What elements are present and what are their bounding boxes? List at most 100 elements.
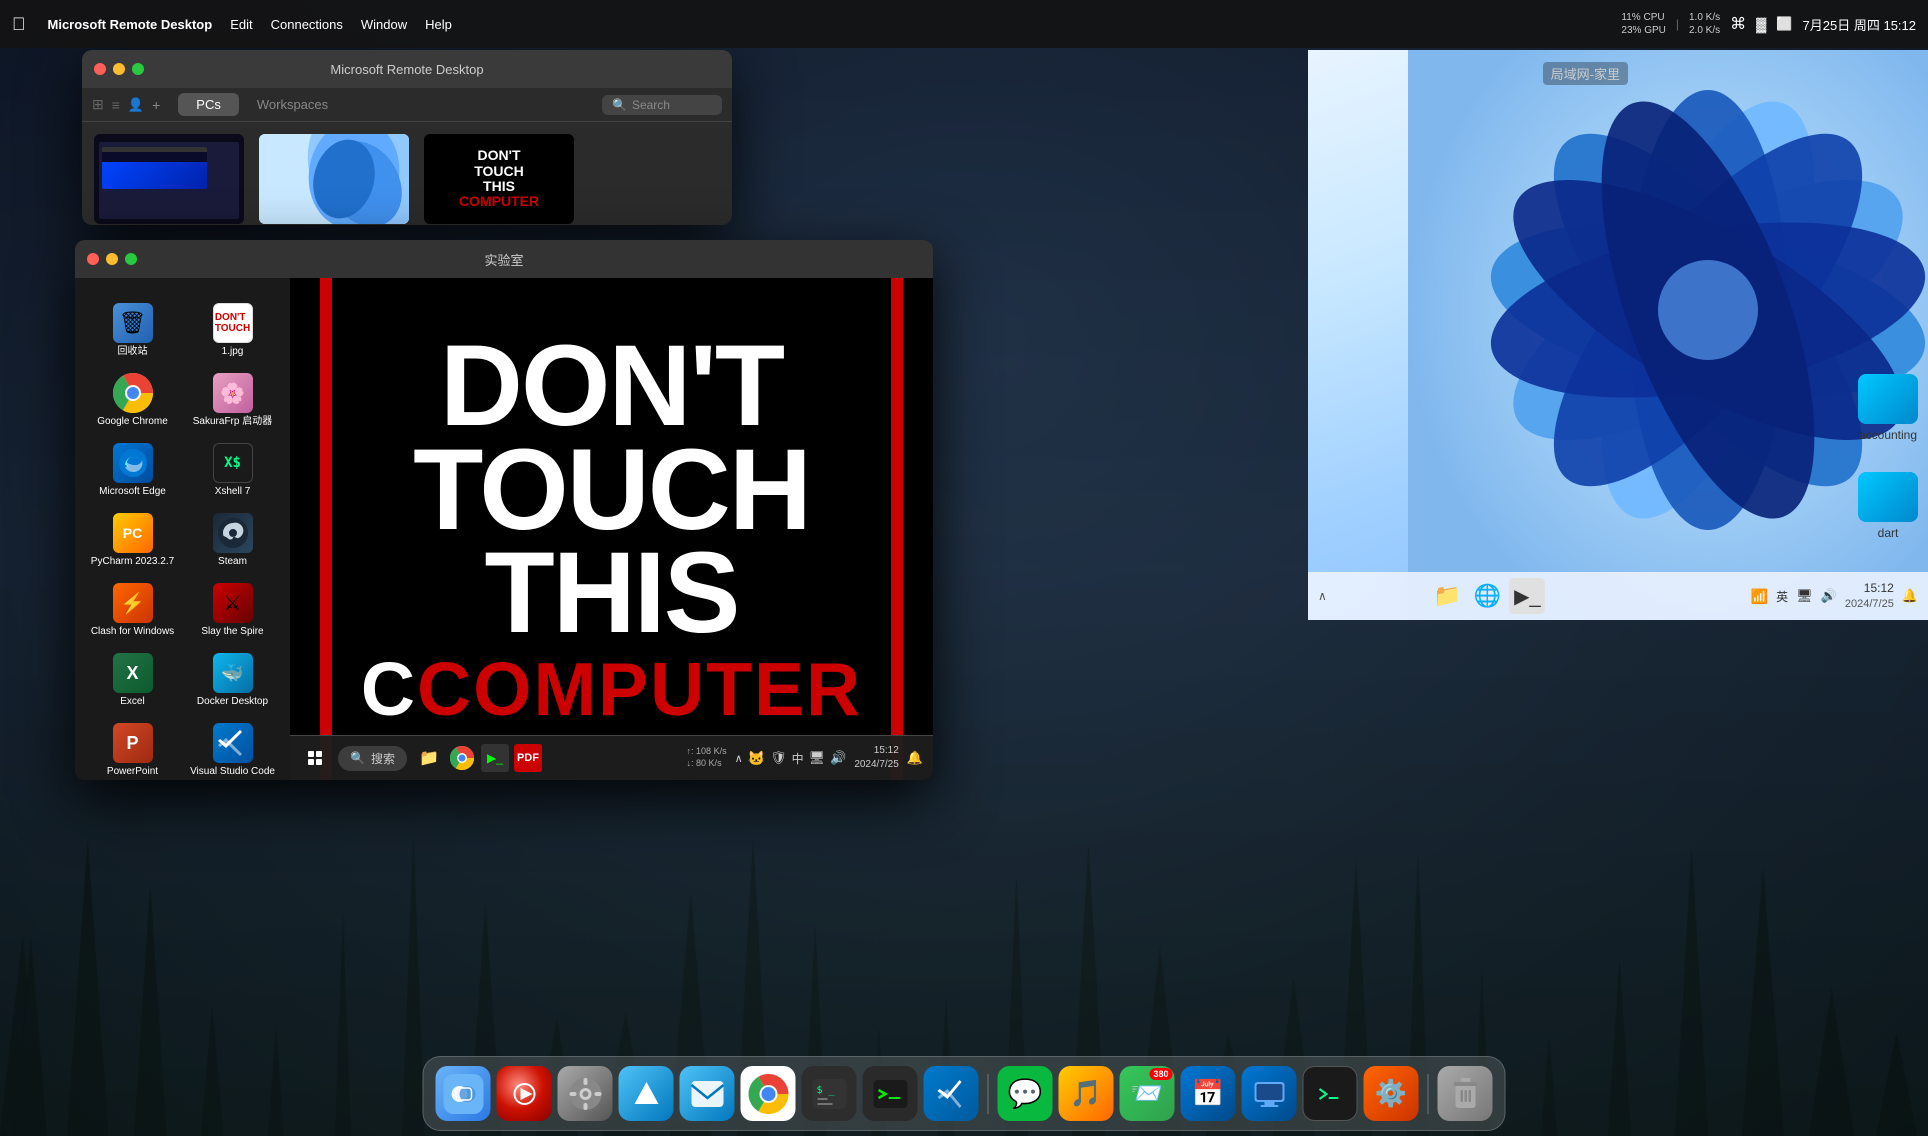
battery-icon: ▓ — [1756, 16, 1766, 32]
dont-line4: CCOMPUTER — [361, 656, 862, 724]
win11-center-icons: 📁 🌐 ▶_ — [1429, 578, 1545, 614]
desktop-icons-grid: 🗑 回收站 DON'TTOUCH 1.jpg — [80, 293, 285, 780]
win-chevron-icon[interactable]: ∧ — [735, 752, 743, 765]
tab-pcs[interactable]: PCs — [178, 93, 239, 116]
win11-taskicon-explorer[interactable]: 📁 — [1429, 578, 1465, 614]
dock-outlook[interactable]: 📅 — [1181, 1066, 1236, 1121]
maximize-button[interactable] — [132, 63, 144, 75]
date-time-label[interactable]: 7月25日 周四 15:12 — [1803, 15, 1916, 34]
desktop-icon-pycharm[interactable]: PC PyCharm 2023.2.7 — [85, 508, 180, 573]
add-icon[interactable]: + — [152, 97, 160, 113]
win-start-button[interactable] — [300, 743, 330, 773]
slay-icon: ⚔ — [213, 583, 253, 623]
pc-card-localnet[interactable]: 局域网-家里 pmzz — [259, 134, 409, 225]
dock-settings[interactable]: ⚙️ — [1364, 1066, 1419, 1121]
ppt-icon: P — [113, 723, 153, 763]
dock-wechat[interactable]: 💬 — [998, 1066, 1053, 1121]
steam-icon — [213, 513, 253, 553]
search-placeholder: Search — [632, 98, 670, 112]
desktop-icon-slay[interactable]: ⚔ Slay the Spire — [185, 578, 280, 643]
win-taskbar-date: 2024/7/25 — [854, 758, 899, 772]
dock-mail[interactable] — [680, 1066, 735, 1121]
dock-finder[interactable] — [436, 1066, 491, 1121]
win11-taskicon-terminal[interactable]: ▶_ — [1509, 578, 1545, 614]
dock-mrd[interactable] — [1242, 1066, 1297, 1121]
lab-close-button[interactable] — [87, 253, 99, 265]
win11-lang-icon: 英 — [1776, 588, 1788, 605]
win-taskbar-chrome[interactable] — [448, 744, 476, 772]
mrd-search-bar[interactable]: 🔍 Search — [602, 95, 722, 115]
win-search-label: 搜索 — [371, 750, 395, 767]
svg-text:$ _: $ _ — [816, 1085, 835, 1096]
win11-clock: 15:12 2024/7/25 — [1845, 580, 1894, 612]
dock-chrome[interactable] — [741, 1066, 796, 1121]
desktop-icon-vscode[interactable]: Visual Studio Code — [185, 718, 280, 780]
dock-terminal[interactable] — [863, 1066, 918, 1121]
menu-connections[interactable]: Connections — [271, 17, 343, 32]
pc-card-lab[interactable]: DON'T TOUCH THIS COMPUTER 实验室 pmzz — [424, 134, 574, 225]
desktop-icon-docker[interactable]: 🐳 Docker Desktop — [185, 648, 280, 713]
win11-chevron-icon[interactable]: ∧ — [1318, 589, 1327, 603]
win11-notification-icon[interactable]: 🔔 — [1902, 588, 1918, 604]
mrd-tabs: PCs Workspaces — [178, 93, 346, 116]
minimize-button[interactable] — [113, 63, 125, 75]
locale-label: 局域网-家里 — [1543, 62, 1628, 85]
win11-taskicon-edge[interactable]: 🌐 — [1469, 578, 1505, 614]
menu-edit[interactable]: Edit — [230, 17, 252, 32]
steam-label: Steam — [218, 556, 247, 568]
win-taskbar-explorer[interactable]: 📁 — [415, 744, 443, 772]
desktop-icon-xshell[interactable]: X$ Xshell 7 — [185, 438, 280, 503]
menu-window[interactable]: Window — [361, 17, 407, 32]
dont-line3: THIS — [361, 542, 862, 646]
list-view-icon[interactable]: ≡ — [112, 97, 120, 113]
lab-maximize-button[interactable] — [125, 253, 137, 265]
apple-logo-icon[interactable]:  — [12, 14, 26, 35]
chrome-label: Google Chrome — [97, 416, 168, 428]
dock-qq-music[interactable]: 🎵 — [1059, 1066, 1114, 1121]
dock-terminal-2[interactable] — [1303, 1066, 1358, 1121]
tab-workspaces[interactable]: Workspaces — [239, 93, 346, 116]
desktop-icon-recycle[interactable]: 🗑 回收站 — [85, 298, 180, 363]
menu-help[interactable]: Help — [425, 17, 452, 32]
desktop-icon-edge[interactable]: Microsoft Edge — [85, 438, 180, 503]
lab-minimize-button[interactable] — [106, 253, 118, 265]
win-search-icon: 🔍 — [350, 751, 365, 765]
close-button[interactable] — [94, 63, 106, 75]
desktop-icon-excel[interactable]: X Excel — [85, 648, 180, 713]
dock-messages[interactable]: 📨 380 — [1120, 1066, 1175, 1121]
desktop-icon-sakura[interactable]: 🌸 SakuraFrp 启动器 — [185, 368, 280, 433]
win-taskbar-right: ↑: 108 K/s ↓: 80 K/s ∧ 🐱 🛡 中 🖥 🔊 15:12 2… — [687, 744, 923, 772]
recycle-icon: 🗑 — [113, 303, 153, 343]
sakura-icon: 🌸 — [213, 373, 253, 413]
pc-card-home[interactable]: 家里 pmzz — [94, 134, 244, 225]
desktop-icon-ppt[interactable]: P PowerPoint — [85, 718, 180, 780]
win-taskbar-pdf[interactable]: PDF — [514, 744, 542, 772]
dock-trash[interactable] — [1438, 1066, 1493, 1121]
dock-app-store[interactable] — [619, 1066, 674, 1121]
user-icon[interactable]: 👤 — [128, 97, 144, 113]
folder-dart[interactable]: dart — [1858, 472, 1918, 540]
desktop-icon-steam[interactable]: Steam — [185, 508, 280, 573]
clash-label: Clash for Windows — [91, 626, 174, 638]
win-notification-bell[interactable]: 🔔 — [907, 750, 923, 766]
desktop-icon-chrome[interactable]: Google Chrome — [85, 368, 180, 433]
dock-vscode[interactable] — [924, 1066, 979, 1121]
lab-window: 实验室 🗑 回收站 DON'TTOUCH 1 — [75, 240, 933, 780]
cpu-stat: 11% CPU 23% GPU — [1621, 11, 1665, 37]
dock-system-prefs[interactable] — [558, 1066, 613, 1121]
dock-iterm[interactable]: $ _ — [802, 1066, 857, 1121]
win-search-bar[interactable]: 🔍 搜索 — [338, 746, 407, 771]
desktop-icon-jpg[interactable]: DON'TTOUCH 1.jpg — [185, 298, 280, 363]
app-name-label[interactable]: Microsoft Remote Desktop — [48, 17, 213, 32]
pc-thumbnail-localnet — [259, 134, 409, 224]
excel-label: Excel — [120, 696, 144, 708]
dock-launchpad[interactable] — [497, 1066, 552, 1121]
win-taskbar-terminal[interactable]: ▶_ — [481, 744, 509, 772]
folder-accounting[interactable]: accounting — [1858, 374, 1918, 442]
grid-view-icon[interactable]: ⊞ — [92, 96, 104, 113]
excel-icon: X — [113, 653, 153, 693]
vscode-icon — [213, 723, 253, 763]
win-net-down: ↓: 80 K/s — [687, 758, 727, 770]
pc-thumbnail-lab: DON'T TOUCH THIS COMPUTER — [424, 134, 574, 224]
desktop-icon-clash[interactable]: ⚡ Clash for Windows — [85, 578, 180, 643]
